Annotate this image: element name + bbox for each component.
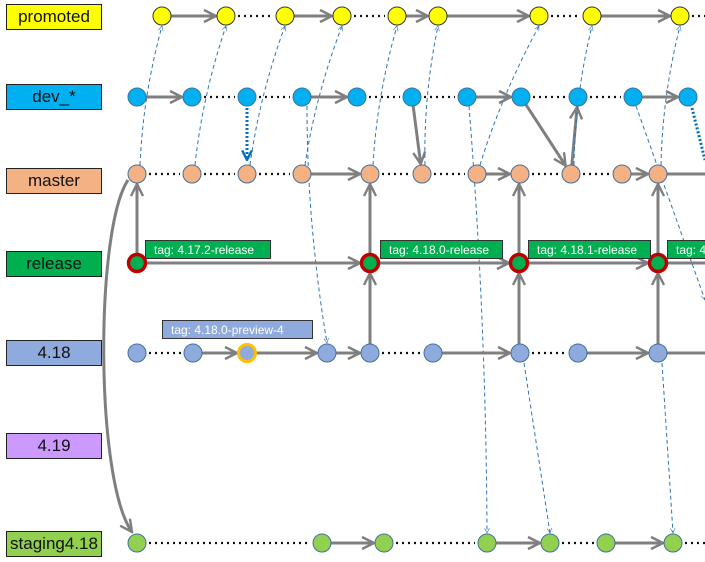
dev-commit-node (127, 87, 147, 107)
branch-label-release: release (6, 251, 102, 277)
release-commit-node (126, 252, 148, 274)
master-commit-node (612, 164, 632, 184)
dev-to-master-dotted-arrow (690, 107, 705, 161)
master-commit-node (510, 164, 530, 184)
preview-commit-node (237, 343, 257, 363)
dev-commit-node (678, 87, 698, 107)
master-commit-node (360, 164, 380, 184)
dev-commit-node (457, 87, 477, 107)
dev-commit-node (347, 87, 367, 107)
tag-4-18-0-preview-4: tag: 4.18.0-preview-4 (162, 320, 313, 339)
r418-commit-node (568, 343, 588, 363)
promoted-commit-node (387, 6, 407, 26)
staging-commit-node (127, 533, 147, 553)
backport-link (661, 362, 673, 533)
promote-link (424, 26, 438, 166)
promoted-commit-node (275, 6, 295, 26)
dev-to-master-arrow (411, 105, 421, 164)
promoted-commit-node (670, 6, 690, 26)
promoted-commit-node (152, 6, 172, 26)
tag-next-release: tag: 4. (667, 240, 705, 259)
master-commit-node (648, 164, 668, 184)
master-commit-node (237, 164, 257, 184)
branch-label-4-19: 4.19 (6, 433, 102, 459)
branch-label-dev: dev_* (6, 84, 102, 110)
branch-label-master: master (6, 168, 102, 194)
master-commit-node (412, 164, 432, 184)
dev-commit-node (292, 87, 312, 107)
release-commit-node (359, 252, 381, 274)
promoted-commit-node (529, 6, 549, 26)
staging-commit-node (312, 533, 332, 553)
master-commit-node (182, 164, 202, 184)
cherry-pick-link (306, 105, 327, 343)
staging-commit-node (477, 533, 497, 553)
promote-link (372, 26, 397, 166)
promoted-commit-node (216, 6, 236, 26)
staging-commit-node (596, 533, 616, 553)
master-to-staging-arrow (102, 179, 132, 532)
dev-commit-node (511, 87, 531, 107)
r418-commit-node (127, 343, 147, 363)
r418-commit-node (183, 343, 203, 363)
staging-commit-node (540, 533, 560, 553)
r418-commit-node (648, 343, 668, 363)
dev-commit-node (402, 87, 422, 107)
promoted-commit-node (428, 6, 448, 26)
promoted-commit-node (332, 6, 352, 26)
master-commit-node (561, 164, 581, 184)
promoted-commit-node (582, 6, 602, 26)
dev-to-master-arrow (524, 103, 566, 166)
tag-4-17-2-release: tag: 4.17.2-release (145, 240, 271, 259)
r418-commit-node (423, 343, 443, 363)
backport-link (523, 362, 550, 533)
dev-commit-node (568, 87, 588, 107)
cherry-pick-link (635, 105, 705, 300)
tag-4-18-0-release: tag: 4.18.0-release (380, 240, 503, 259)
branch-label-promoted: promoted (6, 4, 102, 30)
dev-commit-node (623, 87, 643, 107)
release-commit-node (647, 252, 669, 274)
branch-label-staging: staging4.18 (6, 531, 102, 557)
dev-commit-node (237, 87, 257, 107)
staging-commit-node (663, 533, 683, 553)
r418-commit-node (360, 343, 380, 363)
dev-commit-node (182, 87, 202, 107)
r418-commit-node (510, 343, 530, 363)
branch-label-4-18: 4.18 (6, 340, 102, 366)
branch-diagram (102, 6, 705, 553)
release-commit-node (508, 252, 530, 274)
staging-commit-node (374, 533, 394, 553)
tag-4-18-1-release: tag: 4.18.1-release (528, 240, 651, 259)
master-commit-node (467, 164, 487, 184)
r418-commit-node (317, 343, 337, 363)
master-commit-node (127, 164, 147, 184)
master-commit-node (292, 164, 312, 184)
